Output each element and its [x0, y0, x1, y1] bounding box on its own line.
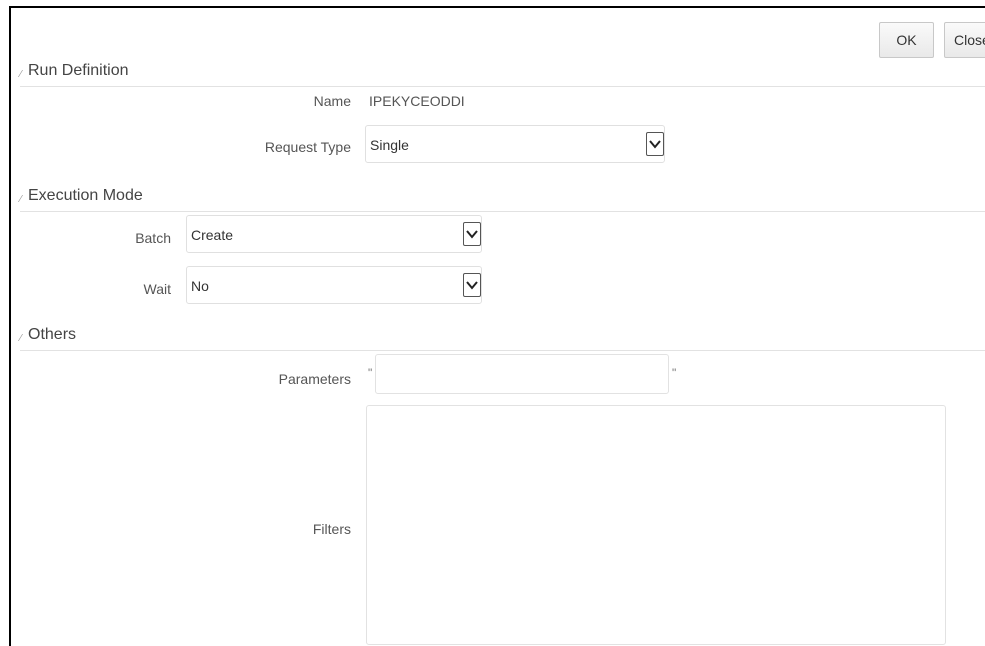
- name-label: Name: [313, 93, 351, 109]
- wait-label: Wait: [143, 281, 171, 297]
- batch-label: Batch: [135, 230, 171, 246]
- close-button[interactable]: Close: [944, 22, 985, 58]
- batch-value: Create: [191, 227, 234, 243]
- batch-select[interactable]: Create: [186, 215, 482, 253]
- request-type-select[interactable]: Single: [365, 125, 665, 163]
- section-run-definition[interactable]: ⁄ Run Definition: [20, 60, 985, 87]
- twisty-expanded-icon[interactable]: ⁄: [20, 64, 22, 86]
- section-divider: [20, 211, 985, 212]
- request-type-value: Single: [370, 137, 409, 153]
- filters-textarea[interactable]: [366, 405, 946, 645]
- section-title: Execution Mode: [28, 187, 143, 204]
- section-execution-mode[interactable]: ⁄ Execution Mode: [20, 185, 985, 212]
- parameters-label: Parameters: [278, 371, 351, 387]
- wait-value: No: [191, 278, 209, 294]
- section-title: Others: [28, 326, 77, 343]
- request-type-label: Request Type: [264, 139, 351, 155]
- quote-close: ": [672, 366, 677, 380]
- wait-select[interactable]: No: [186, 266, 482, 304]
- section-others[interactable]: ⁄ Others: [20, 324, 985, 351]
- dialog-frame: OK Close ⁄ Run Definition Name IPEKYCEOD…: [9, 6, 985, 646]
- twisty-expanded-icon[interactable]: ⁄: [20, 328, 22, 350]
- quote-open: ": [368, 366, 373, 380]
- section-divider: [20, 350, 985, 351]
- section-title: Run Definition: [28, 62, 129, 79]
- name-value: IPEKYCEODDI: [369, 93, 465, 109]
- filters-label: Filters: [312, 521, 351, 537]
- chevron-down-icon[interactable]: [463, 222, 481, 246]
- ok-button[interactable]: OK: [879, 22, 934, 58]
- twisty-expanded-icon[interactable]: ⁄: [20, 189, 22, 211]
- chevron-down-icon[interactable]: [463, 273, 481, 297]
- section-divider: [20, 86, 985, 87]
- chevron-down-icon[interactable]: [646, 132, 664, 156]
- parameters-input[interactable]: [375, 354, 669, 394]
